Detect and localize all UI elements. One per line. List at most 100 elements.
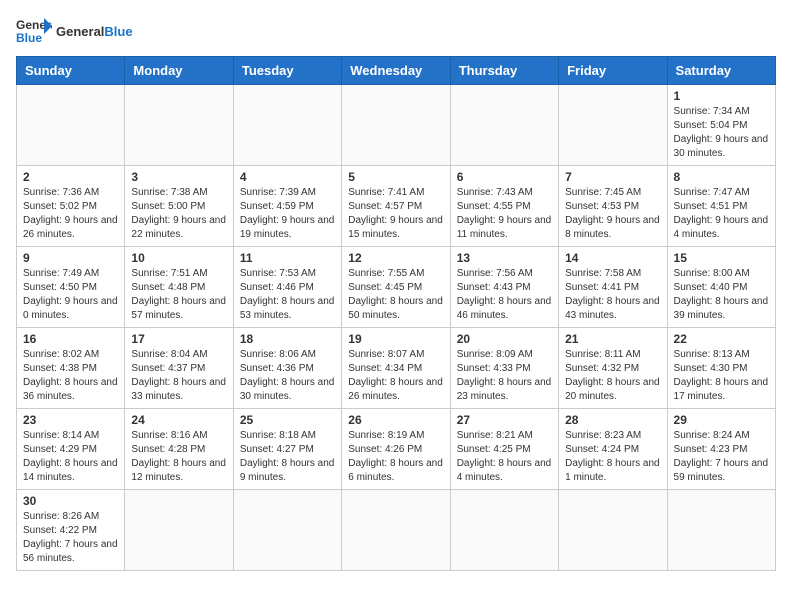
calendar-cell: 15 Sunrise: 8:00 AM Sunset: 4:40 PM Dayli… xyxy=(667,247,775,328)
day-number: 20 xyxy=(457,332,552,346)
svg-text:Blue: Blue xyxy=(16,31,42,45)
calendar-week-row: 16Sunrise: 8:02 AM Sunset: 4:38 PM Dayli… xyxy=(17,328,776,409)
calendar-cell: 27 Sunrise: 8:21 AM Sunset: 4:25 PM Dayli… xyxy=(450,409,558,490)
day-number: 6 xyxy=(457,170,552,184)
calendar-cell: 1Sunrise: 7:34 AM Sunset: 5:04 PM Daylig… xyxy=(667,85,775,166)
day-info: Sunrise: 8:14 AM Sunset: 4:29 PM Dayligh… xyxy=(23,429,118,485)
calendar-week-row: 2 Sunrise: 7:36 AM Sunset: 5:02 PM Daylig… xyxy=(17,166,776,247)
calendar-cell xyxy=(667,490,775,571)
day-number: 18 xyxy=(240,332,335,346)
day-info: Sunrise: 7:56 AM Sunset: 4:43 PM Dayligh… xyxy=(457,267,552,323)
day-number: 10 xyxy=(131,251,226,265)
calendar-cell: 25 Sunrise: 8:18 AM Sunset: 4:27 PM Dayli… xyxy=(233,409,341,490)
calendar-cell: 3 Sunrise: 7:38 AM Sunset: 5:00 PM Daylig… xyxy=(125,166,233,247)
calendar-cell xyxy=(342,85,450,166)
calendar-cell: 4 Sunrise: 7:39 AM Sunset: 4:59 PM Daylig… xyxy=(233,166,341,247)
day-number: 27 xyxy=(457,413,552,427)
calendar-cell xyxy=(559,490,667,571)
calendar-cell xyxy=(125,490,233,571)
calendar-cell: 14 Sunrise: 7:58 AM Sunset: 4:41 PM Dayli… xyxy=(559,247,667,328)
calendar-cell xyxy=(342,490,450,571)
day-number: 25 xyxy=(240,413,335,427)
calendar-header: SundayMondayTuesdayWednesdayThursdayFrid… xyxy=(17,57,776,85)
calendar-cell xyxy=(125,85,233,166)
day-number: 15 xyxy=(674,251,769,265)
calendar-cell xyxy=(233,85,341,166)
calendar-cell: 21 Sunrise: 8:11 AM Sunset: 4:32 PM Dayli… xyxy=(559,328,667,409)
day-number: 21 xyxy=(565,332,660,346)
day-number: 24 xyxy=(131,413,226,427)
day-number: 14 xyxy=(565,251,660,265)
day-number: 26 xyxy=(348,413,443,427)
calendar-cell: 7 Sunrise: 7:45 AM Sunset: 4:53 PM Daylig… xyxy=(559,166,667,247)
calendar-cell: 23 Sunrise: 8:14 AM Sunset: 4:29 PM Dayli… xyxy=(17,409,125,490)
day-number: 17 xyxy=(131,332,226,346)
day-info: Sunrise: 8:06 AM Sunset: 4:36 PM Dayligh… xyxy=(240,348,335,404)
day-info: Sunrise: 7:49 AM Sunset: 4:50 PM Dayligh… xyxy=(23,267,118,323)
day-info: Sunrise: 8:26 AM Sunset: 4:22 PM Dayligh… xyxy=(23,510,118,566)
day-info: Sunrise: 7:34 AM Sunset: 5:04 PM Dayligh… xyxy=(674,105,769,161)
day-info: Sunrise: 8:21 AM Sunset: 4:25 PM Dayligh… xyxy=(457,429,552,485)
day-number: 28 xyxy=(565,413,660,427)
day-info: Sunrise: 8:19 AM Sunset: 4:26 PM Dayligh… xyxy=(348,429,443,485)
day-info: Sunrise: 7:58 AM Sunset: 4:41 PM Dayligh… xyxy=(565,267,660,323)
calendar-cell: 28Sunrise: 8:23 AM Sunset: 4:24 PM Dayli… xyxy=(559,409,667,490)
calendar-week-row: 30Sunrise: 8:26 AM Sunset: 4:22 PM Dayli… xyxy=(17,490,776,571)
calendar-cell: 9 Sunrise: 7:49 AM Sunset: 4:50 PM Daylig… xyxy=(17,247,125,328)
day-info: Sunrise: 7:51 AM Sunset: 4:48 PM Dayligh… xyxy=(131,267,226,323)
calendar-week-row: 9 Sunrise: 7:49 AM Sunset: 4:50 PM Daylig… xyxy=(17,247,776,328)
calendar-cell: 8 Sunrise: 7:47 AM Sunset: 4:51 PM Daylig… xyxy=(667,166,775,247)
day-number: 5 xyxy=(348,170,443,184)
day-number: 13 xyxy=(457,251,552,265)
day-number: 29 xyxy=(674,413,769,427)
day-number: 8 xyxy=(674,170,769,184)
day-info: Sunrise: 8:00 AM Sunset: 4:40 PM Dayligh… xyxy=(674,267,769,323)
day-number: 23 xyxy=(23,413,118,427)
day-info: Sunrise: 7:39 AM Sunset: 4:59 PM Dayligh… xyxy=(240,186,335,242)
calendar-cell: 20 Sunrise: 8:09 AM Sunset: 4:33 PM Dayli… xyxy=(450,328,558,409)
logo: General Blue GeneralBlue xyxy=(16,16,133,46)
day-number: 11 xyxy=(240,251,335,265)
day-info: Sunrise: 7:41 AM Sunset: 4:57 PM Dayligh… xyxy=(348,186,443,242)
calendar-cell: 10 Sunrise: 7:51 AM Sunset: 4:48 PM Dayli… xyxy=(125,247,233,328)
day-number: 19 xyxy=(348,332,443,346)
day-info: Sunrise: 8:16 AM Sunset: 4:28 PM Dayligh… xyxy=(131,429,226,485)
day-info: Sunrise: 8:24 AM Sunset: 4:23 PM Dayligh… xyxy=(674,429,769,485)
day-number: 22 xyxy=(674,332,769,346)
calendar-cell: 6Sunrise: 7:43 AM Sunset: 4:55 PM Daylig… xyxy=(450,166,558,247)
calendar-cell: 22 Sunrise: 8:13 AM Sunset: 4:30 PM Dayli… xyxy=(667,328,775,409)
calendar-cell: 12Sunrise: 7:55 AM Sunset: 4:45 PM Dayli… xyxy=(342,247,450,328)
day-info: Sunrise: 8:09 AM Sunset: 4:33 PM Dayligh… xyxy=(457,348,552,404)
day-info: Sunrise: 7:45 AM Sunset: 4:53 PM Dayligh… xyxy=(565,186,660,242)
day-info: Sunrise: 8:11 AM Sunset: 4:32 PM Dayligh… xyxy=(565,348,660,404)
day-number: 3 xyxy=(131,170,226,184)
weekday-header-tuesday: Tuesday xyxy=(233,57,341,85)
day-number: 2 xyxy=(23,170,118,184)
calendar-cell: 11 Sunrise: 7:53 AM Sunset: 4:46 PM Dayli… xyxy=(233,247,341,328)
calendar-cell xyxy=(559,85,667,166)
calendar-cell: 17 Sunrise: 8:04 AM Sunset: 4:37 PM Dayli… xyxy=(125,328,233,409)
day-number: 9 xyxy=(23,251,118,265)
weekday-header-saturday: Saturday xyxy=(667,57,775,85)
day-info: Sunrise: 7:53 AM Sunset: 4:46 PM Dayligh… xyxy=(240,267,335,323)
calendar-cell: 26 Sunrise: 8:19 AM Sunset: 4:26 PM Dayli… xyxy=(342,409,450,490)
calendar-cell: 16Sunrise: 8:02 AM Sunset: 4:38 PM Dayli… xyxy=(17,328,125,409)
day-info: Sunrise: 8:04 AM Sunset: 4:37 PM Dayligh… xyxy=(131,348,226,404)
day-info: Sunrise: 8:07 AM Sunset: 4:34 PM Dayligh… xyxy=(348,348,443,404)
calendar-cell: 5 Sunrise: 7:41 AM Sunset: 4:57 PM Daylig… xyxy=(342,166,450,247)
calendar-cell xyxy=(233,490,341,571)
day-number: 7 xyxy=(565,170,660,184)
calendar-cell: 18 Sunrise: 8:06 AM Sunset: 4:36 PM Dayli… xyxy=(233,328,341,409)
day-info: Sunrise: 7:55 AM Sunset: 4:45 PM Dayligh… xyxy=(348,267,443,323)
weekday-header-friday: Friday xyxy=(559,57,667,85)
calendar-cell: 13 Sunrise: 7:56 AM Sunset: 4:43 PM Dayli… xyxy=(450,247,558,328)
logo-icon: General Blue xyxy=(16,16,52,46)
day-info: Sunrise: 8:13 AM Sunset: 4:30 PM Dayligh… xyxy=(674,348,769,404)
weekday-header-thursday: Thursday xyxy=(450,57,558,85)
day-info: Sunrise: 7:47 AM Sunset: 4:51 PM Dayligh… xyxy=(674,186,769,242)
weekday-header-wednesday: Wednesday xyxy=(342,57,450,85)
day-info: Sunrise: 7:36 AM Sunset: 5:02 PM Dayligh… xyxy=(23,186,118,242)
day-info: Sunrise: 8:18 AM Sunset: 4:27 PM Dayligh… xyxy=(240,429,335,485)
day-info: Sunrise: 7:38 AM Sunset: 5:00 PM Dayligh… xyxy=(131,186,226,242)
day-number: 4 xyxy=(240,170,335,184)
